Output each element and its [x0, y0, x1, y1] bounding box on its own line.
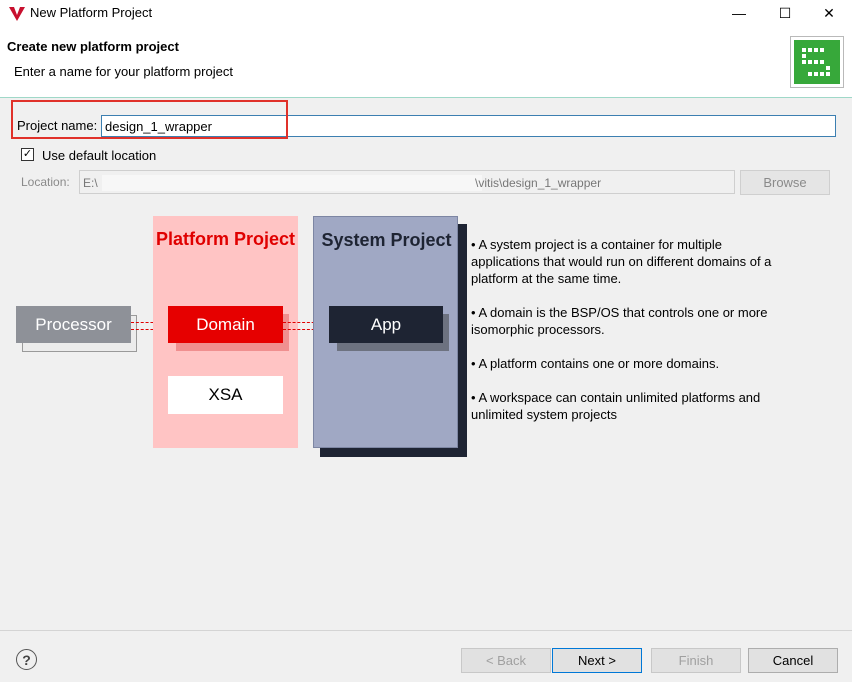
- location-suffix: \vitis\design_1_wrapper: [475, 176, 602, 190]
- location-label: Location:: [21, 175, 70, 189]
- note-item: • A system project is a container for mu…: [471, 237, 772, 286]
- location-prefix: E:\: [83, 176, 98, 190]
- info-notes: • A system project is a container for mu…: [471, 236, 791, 440]
- use-default-location-label: Use default location: [42, 148, 157, 163]
- footer-separator: [0, 630, 852, 631]
- xsa-box: XSA: [168, 376, 283, 414]
- browse-button[interactable]: Browse: [740, 170, 830, 195]
- vitis-logo-icon: [9, 7, 25, 21]
- project-name-label: Project name:: [17, 118, 98, 133]
- window-title: New Platform Project: [30, 5, 153, 20]
- note-item: • A domain is the BSP/OS that controls o…: [471, 305, 768, 337]
- close-button[interactable]: ✕: [806, 0, 852, 26]
- redacted-path: [102, 175, 482, 191]
- wizard-description: Enter a name for your platform project: [14, 64, 233, 79]
- note-item: • A workspace can contain unlimited plat…: [471, 390, 761, 422]
- title-bar: New Platform Project — ☐ ✕: [0, 0, 852, 26]
- note-item: • A platform contains one or more domain…: [471, 356, 720, 371]
- help-icon[interactable]: ?: [16, 649, 37, 670]
- cancel-button[interactable]: Cancel: [748, 648, 838, 673]
- platform-wizard-icon: [790, 36, 844, 88]
- platform-project-title: Platform Project: [155, 229, 296, 249]
- project-name-input[interactable]: [101, 115, 836, 137]
- app-box: App: [329, 306, 443, 343]
- location-field: E:\ \vitis\design_1_wrapper: [79, 170, 735, 194]
- domain-box: Domain: [168, 306, 283, 343]
- minimize-button[interactable]: —: [716, 0, 762, 26]
- back-button[interactable]: < Back: [461, 648, 551, 673]
- use-default-location-checkbox[interactable]: ✓: [21, 148, 34, 161]
- processor-box: Processor: [16, 306, 131, 343]
- system-project-title: System Project: [321, 230, 452, 250]
- wizard-title: Create new platform project: [7, 39, 179, 54]
- next-button[interactable]: Next >: [552, 648, 642, 673]
- maximize-button[interactable]: ☐: [762, 0, 808, 26]
- wizard-header: Create new platform project Enter a name…: [0, 26, 852, 98]
- finish-button[interactable]: Finish: [651, 648, 741, 673]
